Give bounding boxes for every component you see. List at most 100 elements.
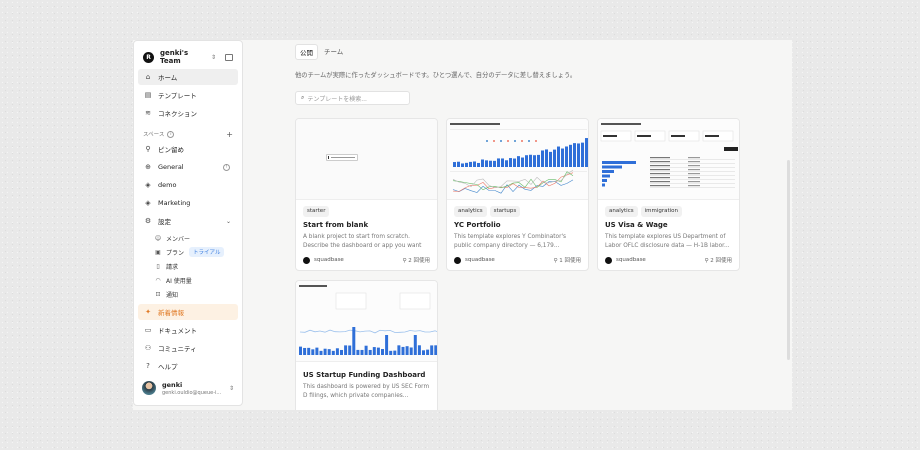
settings-billing[interactable]: ▯ 請求 — [138, 259, 238, 273]
settings-toggle[interactable]: ⚙ 設定 ⌄ — [138, 213, 238, 229]
nav-help[interactable]: ? ヘルプ — [138, 358, 238, 374]
preview-kpi-value — [637, 135, 651, 137]
tag: analytics — [605, 206, 638, 217]
info-icon[interactable]: ! — [223, 163, 230, 171]
sidebar: R genki's Team ⇕ ⌂ ホーム ▤ テンプレート ≋ コネクション… — [133, 40, 243, 406]
preview-table-row — [650, 159, 735, 160]
receipt-icon: ▯ — [156, 262, 160, 270]
preview-title-bar — [601, 123, 641, 125]
preview-title-bar — [299, 285, 327, 287]
gear-icon: ⚙ — [144, 217, 152, 225]
template-card-yc-portfolio[interactable]: analytics startups YC Portfolio This tem… — [446, 118, 589, 271]
settings-notifications[interactable]: ⊡ 通知 — [138, 287, 238, 301]
settings-plan[interactable]: ▣ プラン トライアル — [138, 245, 238, 259]
nav-templates[interactable]: ▤ テンプレート — [138, 87, 238, 103]
template-tabs: 公開 チーム — [295, 44, 349, 60]
globe-icon: ⊕ — [145, 163, 151, 171]
preview-bar — [393, 350, 397, 355]
trial-badge: トライアル — [189, 247, 225, 257]
team-switcher[interactable]: R genki's Team ⇕ — [138, 49, 238, 65]
preview-legend-dot — [514, 140, 516, 142]
preview-table-cell — [688, 181, 700, 183]
card-uses-text: 2 回使用 — [408, 258, 430, 264]
preview-hbar — [602, 174, 610, 178]
preview-bar — [368, 349, 372, 355]
card-uses: ⚲ 1 回使用 — [553, 258, 581, 264]
settings-members[interactable]: ☺ メンバー — [138, 231, 238, 245]
preview-bar — [417, 345, 421, 355]
preview-bar — [422, 350, 425, 355]
card-footer: squadbase ⚲ 2 回使用 — [605, 256, 732, 264]
space-label: ピン留め — [158, 146, 184, 154]
tab-team[interactable]: チーム — [320, 44, 347, 60]
add-space-icon[interactable]: + — [226, 130, 233, 139]
user-menu[interactable]: genki genki.ouldio@queue-i... ⇕ — [138, 377, 238, 399]
user-email: genki.ouldio@queue-i... — [162, 389, 222, 396]
cube-icon: ◈ — [145, 181, 151, 189]
avatar — [142, 381, 156, 395]
nav-home[interactable]: ⌂ ホーム — [138, 69, 238, 85]
template-thumbnail — [598, 119, 739, 200]
preview-bar — [319, 350, 323, 355]
preview-bar — [405, 346, 409, 355]
tag: analytics — [454, 206, 487, 217]
preview-legend-dot — [535, 140, 537, 142]
template-card-us-visa-wage[interactable]: analytics immigration US Visa & Wage Thi… — [597, 118, 740, 271]
card-uses: ⚲ 2 回使用 — [402, 258, 430, 264]
preview-bar — [430, 345, 434, 355]
preview-bar — [348, 345, 352, 355]
nav-connections[interactable]: ≋ コネクション — [138, 105, 238, 121]
preview-bar — [537, 154, 540, 167]
template-thumbnail — [296, 281, 437, 362]
preview-bar — [327, 349, 331, 355]
space-general[interactable]: ⊕ General ! — [138, 159, 238, 175]
preview-bar — [315, 347, 319, 355]
preview-bar — [397, 345, 401, 355]
template-card-blank[interactable]: starter Start from blank A blank project… — [295, 118, 438, 271]
preview-table-row — [650, 163, 735, 164]
chevron-updown-icon[interactable]: ⇕ — [211, 54, 216, 61]
squadbase-logo-icon — [454, 256, 461, 264]
search-input[interactable]: ⌕ テンプレートを検索... — [295, 91, 410, 105]
nav-community[interactable]: ⚇ コミュニティ — [138, 340, 238, 356]
card-uses-text: 2 回使用 — [710, 258, 732, 264]
info-icon[interactable]: i — [167, 130, 175, 138]
space-marketing[interactable]: ◈ Marketing — [138, 195, 238, 211]
chevron-down-icon[interactable]: ⌄ — [226, 218, 231, 225]
space-demo[interactable]: ◈ demo — [138, 177, 238, 193]
text-input-illustration — [326, 154, 358, 161]
chevron-updown-icon[interactable]: ⇕ — [229, 385, 234, 392]
template-card-us-startup-funding[interactable]: US Startup Funding Dashboard This dashbo… — [295, 280, 438, 410]
preview-bar — [381, 349, 384, 355]
card-description: A blank project to start from scratch. D… — [303, 234, 422, 249]
template-thumbnail — [296, 119, 437, 200]
tab-public[interactable]: 公開 — [295, 44, 318, 60]
space-pinned[interactable]: ⚲ ピン留め — [138, 141, 238, 157]
preview-title-bar — [450, 123, 500, 125]
preview-bar — [577, 143, 580, 167]
gauge-icon: ◠ — [155, 276, 161, 284]
preview-bar — [549, 151, 552, 167]
preview-table-cell — [688, 173, 700, 175]
nav-documents[interactable]: ▭ ドキュメント — [138, 322, 238, 338]
space-label: Marketing — [158, 199, 191, 207]
preview-bar — [481, 159, 484, 167]
preview-kpi-value — [705, 135, 719, 137]
settings-ai-usage[interactable]: ◠ AI 使用量 — [138, 273, 238, 287]
nav-whats-new[interactable]: ✦ 新着情報 — [138, 304, 238, 320]
preview-bar — [461, 163, 464, 167]
preview-table-row — [650, 183, 735, 184]
nav-connections-label: コネクション — [158, 110, 197, 118]
cube-icon: ◈ — [145, 199, 151, 207]
space-label: demo — [158, 181, 177, 189]
scrollbar[interactable] — [787, 160, 790, 360]
preview-bar — [335, 348, 339, 355]
card-title: Start from blank — [303, 221, 369, 229]
card-uses: ⚲ 2 回使用 — [704, 258, 732, 264]
nav-label: ヘルプ — [158, 363, 178, 371]
sidebar-toggle-icon[interactable] — [225, 53, 233, 61]
preview-bar — [385, 335, 389, 355]
preview-hbar — [602, 170, 614, 173]
preview-kpi-card — [335, 292, 367, 310]
card-description: This template explores Y Combinator's pu… — [454, 234, 567, 249]
